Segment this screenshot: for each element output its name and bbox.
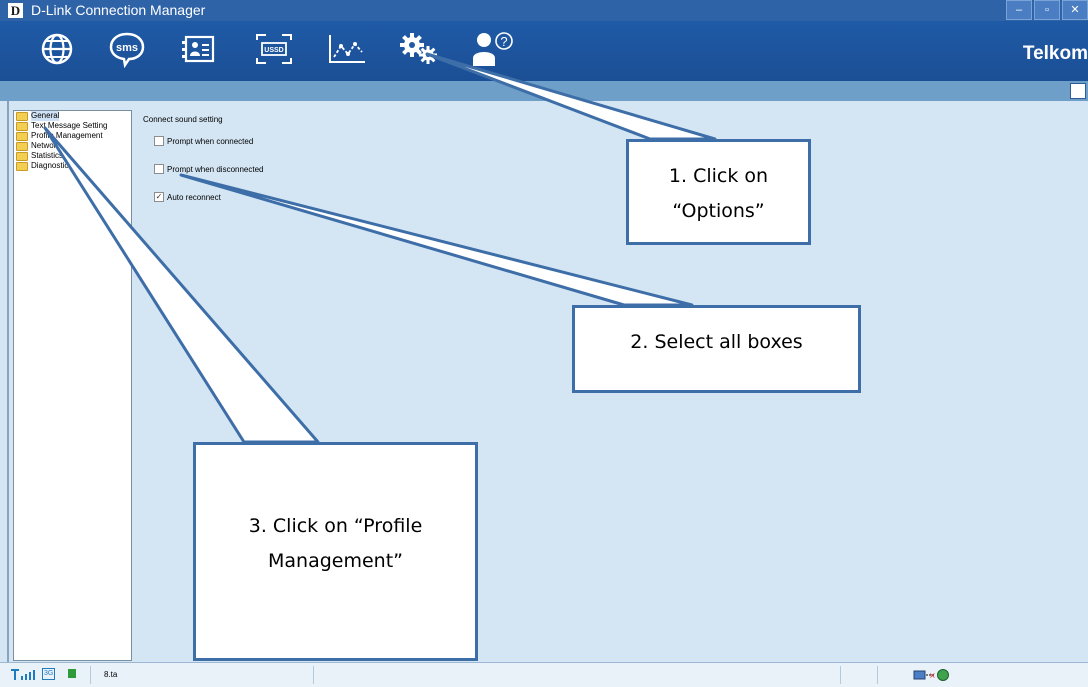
left-divider xyxy=(7,101,9,662)
folder-icon xyxy=(16,151,28,161)
tree-item-general[interactable]: General xyxy=(14,111,131,121)
tree-item-profile-management[interactable]: Profile Management xyxy=(14,131,131,141)
internet-globe-icon[interactable] xyxy=(37,29,77,69)
divider xyxy=(877,666,878,684)
operator-name: 8.ta xyxy=(104,670,118,679)
callout-select-boxes: 2. Select all boxes xyxy=(572,305,861,393)
folder-icon xyxy=(16,121,28,131)
status-bar: 3G 8.ta × xyxy=(0,662,1088,687)
ussd-icon[interactable]: USSD xyxy=(253,29,295,69)
minimize-button[interactable]: – xyxy=(1006,0,1032,20)
tree-item-label: Diagnostics xyxy=(31,161,73,170)
svg-text:sms: sms xyxy=(116,42,138,54)
callout-click-options: 1. Click on “Options” xyxy=(626,139,811,245)
folder-icon xyxy=(16,141,28,151)
folder-icon xyxy=(16,131,28,141)
options-tree: General Text Message Setting Profile Man… xyxy=(13,110,132,661)
tree-item-network[interactable]: Network xyxy=(14,141,131,151)
tree-item-diagnostics[interactable]: Diagnostics xyxy=(14,161,131,171)
contacts-icon[interactable] xyxy=(179,29,219,69)
connection-status-icon: × xyxy=(913,669,949,681)
auto-reconnect-checkbox[interactable]: ✓ xyxy=(154,192,164,202)
network-type-badge: 3G xyxy=(42,668,56,680)
sub-bar xyxy=(0,81,1088,101)
window-controls: – ▫ ✕ xyxy=(1006,0,1088,21)
divider xyxy=(313,666,314,684)
folder-icon xyxy=(16,161,28,171)
window-title: D-Link Connection Manager xyxy=(31,2,206,18)
tree-item-text-message-setting[interactable]: Text Message Setting xyxy=(14,121,131,131)
sms-icon[interactable]: sms xyxy=(107,29,147,69)
general-settings-panel: Connect sound setting Prompt when connec… xyxy=(143,115,264,219)
close-button[interactable]: ✕ xyxy=(1062,0,1088,20)
tree-item-statistics[interactable]: Statistics xyxy=(14,151,131,161)
help-icon[interactable]: ? xyxy=(469,29,515,69)
tree-item-label: General xyxy=(31,111,60,121)
tree-item-label: Profile Management xyxy=(31,131,103,140)
title-bar: D D-Link Connection Manager – ▫ ✕ xyxy=(0,0,1088,21)
svg-text:?: ? xyxy=(500,34,507,49)
main-toolbar: sms USSD ? Telkom xyxy=(0,21,1088,81)
statistics-icon[interactable] xyxy=(326,29,368,69)
svg-text:×: × xyxy=(929,671,936,680)
checkbox-label: Prompt when disconnected xyxy=(167,164,264,174)
prompt-connected-row[interactable]: Prompt when connected xyxy=(154,135,264,147)
prompt-disconnected-checkbox[interactable] xyxy=(154,164,164,174)
telkom-brand: Telkom xyxy=(1022,43,1088,64)
signal-strength-icon xyxy=(11,669,35,680)
callout-profile-management: 3. Click on “Profile Management” xyxy=(193,442,478,661)
divider xyxy=(840,666,841,684)
checkbox-label: Auto reconnect xyxy=(167,192,221,202)
folder-icon xyxy=(16,111,28,121)
settings-panel-icon[interactable] xyxy=(1070,83,1086,99)
section-title: Connect sound setting xyxy=(143,115,223,124)
tree-item-label: Network xyxy=(31,141,61,150)
auto-reconnect-row[interactable]: ✓ Auto reconnect xyxy=(154,191,264,203)
sim-icon xyxy=(68,669,76,678)
tree-item-label: Text Message Setting xyxy=(31,121,108,130)
tree-item-label: Statistics xyxy=(31,151,64,160)
checkbox-label: Prompt when connected xyxy=(167,136,254,146)
dlink-logo: D xyxy=(8,3,23,18)
options-main-area: General Text Message Setting Profile Man… xyxy=(0,101,1088,662)
prompt-disconnected-row[interactable]: Prompt when disconnected xyxy=(154,163,264,175)
divider xyxy=(90,666,91,684)
restore-button[interactable]: ▫ xyxy=(1034,0,1060,20)
prompt-connected-checkbox[interactable] xyxy=(154,136,164,146)
svg-text:USSD: USSD xyxy=(264,47,283,54)
options-gear-icon[interactable] xyxy=(397,29,441,69)
